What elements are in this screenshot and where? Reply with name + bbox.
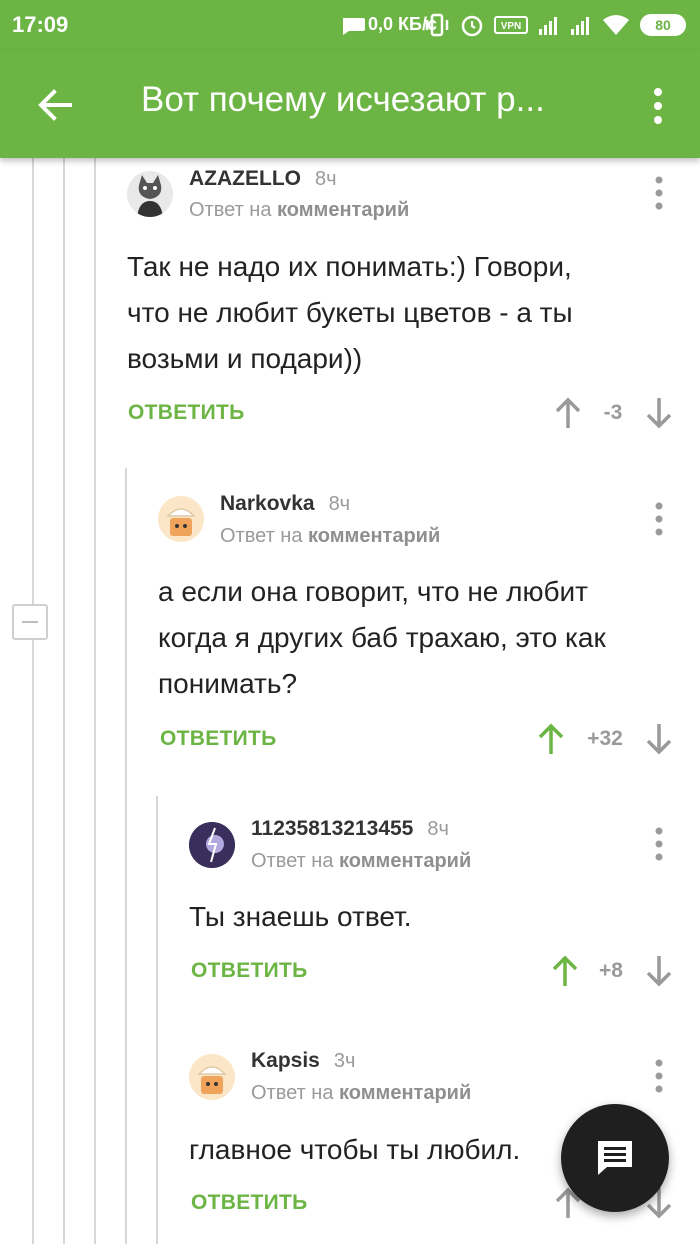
comment-menu-icon[interactable]: [654, 827, 664, 861]
collapse-thread-button[interactable]: [12, 604, 48, 640]
comment-time: 3ч: [333, 1050, 356, 1072]
avatar[interactable]: [158, 496, 204, 542]
thread-line: [63, 158, 65, 1244]
cat-avatar-icon: [137, 175, 163, 217]
comment-icon: [598, 1141, 632, 1175]
reply-to-link[interactable]: комментарий: [308, 525, 440, 547]
reply-button[interactable]: ОТВЕТИТЬ: [191, 959, 308, 983]
downvote-icon[interactable]: [645, 722, 673, 756]
comment-text: Так не надо их понимать:) Говори, что не…: [127, 244, 667, 382]
status-icons: VPN 80: [424, 12, 686, 38]
comment-author[interactable]: Kapsis 3ч: [251, 1049, 355, 1073]
chat-bubble-icon: [343, 18, 365, 35]
comment-time: 8ч: [314, 168, 337, 190]
default-avatar-icon: [166, 508, 196, 536]
vpn-icon: VPN: [494, 16, 528, 34]
comment-menu-icon[interactable]: [654, 1059, 664, 1093]
comment-text-line: а если она говорит, что не любит: [158, 576, 588, 607]
battery-icon: 80: [640, 14, 686, 36]
lightning-avatar-icon: [189, 822, 235, 868]
comment-author[interactable]: AZAZELLO 8ч: [189, 167, 337, 191]
reply-to-prefix: Ответ на: [251, 850, 334, 872]
author-name[interactable]: 11235813213455: [251, 817, 413, 840]
upvote-icon[interactable]: [551, 954, 579, 988]
comment-score: +32: [587, 727, 623, 750]
reply-to-prefix: Ответ на: [220, 525, 303, 547]
downvote-icon[interactable]: [645, 396, 673, 430]
avatar[interactable]: [127, 171, 173, 217]
author-name[interactable]: Kapsis: [251, 1049, 320, 1072]
comment-author[interactable]: Narkovka 8ч: [220, 492, 350, 516]
downvote-icon[interactable]: [645, 954, 673, 988]
comment-author[interactable]: 11235813213455 8ч: [251, 817, 449, 841]
wifi-icon: [603, 15, 629, 35]
author-name[interactable]: AZAZELLO: [189, 167, 301, 190]
write-comment-button[interactable]: [561, 1104, 669, 1212]
more-vert-icon[interactable]: [646, 86, 670, 126]
battery-level: 80: [655, 17, 671, 33]
reply-to: Ответ на комментарий: [189, 199, 409, 222]
avatar[interactable]: [189, 822, 235, 868]
thread-line: [94, 158, 96, 1244]
comment-menu-icon[interactable]: [654, 502, 664, 536]
comment-score: +8: [599, 959, 623, 982]
vibrate-icon: [425, 13, 449, 37]
reply-to-link[interactable]: комментарий: [339, 1082, 471, 1104]
reply-to-link[interactable]: комментарий: [277, 199, 409, 221]
reply-to: Ответ на комментарий: [251, 850, 471, 873]
thread-line: [156, 796, 158, 1244]
comment-text-line: понимать?: [158, 668, 298, 699]
reply-to: Ответ на комментарий: [220, 525, 440, 548]
reply-button[interactable]: ОТВЕТИТЬ: [191, 1191, 308, 1215]
comment-text-line: возьми и подари)): [127, 343, 363, 374]
comment-text-line: Ты знаешь ответ.: [189, 901, 412, 932]
signal-icon-2: [571, 17, 589, 35]
reply-to: Ответ на комментарий: [251, 1082, 471, 1105]
status-bar: 17:09 0,0 КБ/с VPN 80: [0, 0, 700, 50]
comment-score: -3: [603, 401, 623, 424]
signal-icon: [539, 17, 557, 35]
avatar[interactable]: [189, 1054, 235, 1100]
thread-line: [32, 158, 34, 1244]
svg-text:VPN: VPN: [501, 21, 522, 32]
reply-to-link[interactable]: комментарий: [339, 850, 471, 872]
upvote-icon[interactable]: [554, 396, 582, 430]
page-title: Вот почему исчезают р...: [141, 80, 545, 119]
app-bar: Вот почему исчезают р...: [0, 50, 700, 158]
thread-line: [125, 468, 127, 1244]
author-name[interactable]: Narkovka: [220, 492, 315, 515]
reply-to-prefix: Ответ на: [251, 1082, 334, 1104]
alarm-icon: [461, 15, 483, 37]
comment-time: 8ч: [328, 493, 351, 515]
reply-to-prefix: Ответ на: [189, 199, 272, 221]
comment-text-line: что не любит букеты цветов - а ты: [127, 297, 573, 328]
reply-button[interactable]: ОТВЕТИТЬ: [160, 727, 277, 751]
comment-menu-icon[interactable]: [654, 176, 664, 210]
status-time: 17:09: [12, 12, 69, 37]
comment-text-line: когда я других баб трахаю, это как: [158, 622, 606, 653]
back-arrow-icon[interactable]: [34, 84, 76, 126]
default-avatar-icon: [197, 1066, 227, 1094]
comment-text: Ты знаешь ответ.: [189, 894, 700, 940]
comment-text-line: Так не надо их понимать:) Говори,: [127, 251, 572, 282]
comment-text: а если она говорит, что не любит когда я…: [158, 569, 698, 707]
comment-time: 8ч: [427, 818, 449, 840]
reply-button[interactable]: ОТВЕТИТЬ: [128, 401, 245, 425]
upvote-icon[interactable]: [537, 722, 565, 756]
